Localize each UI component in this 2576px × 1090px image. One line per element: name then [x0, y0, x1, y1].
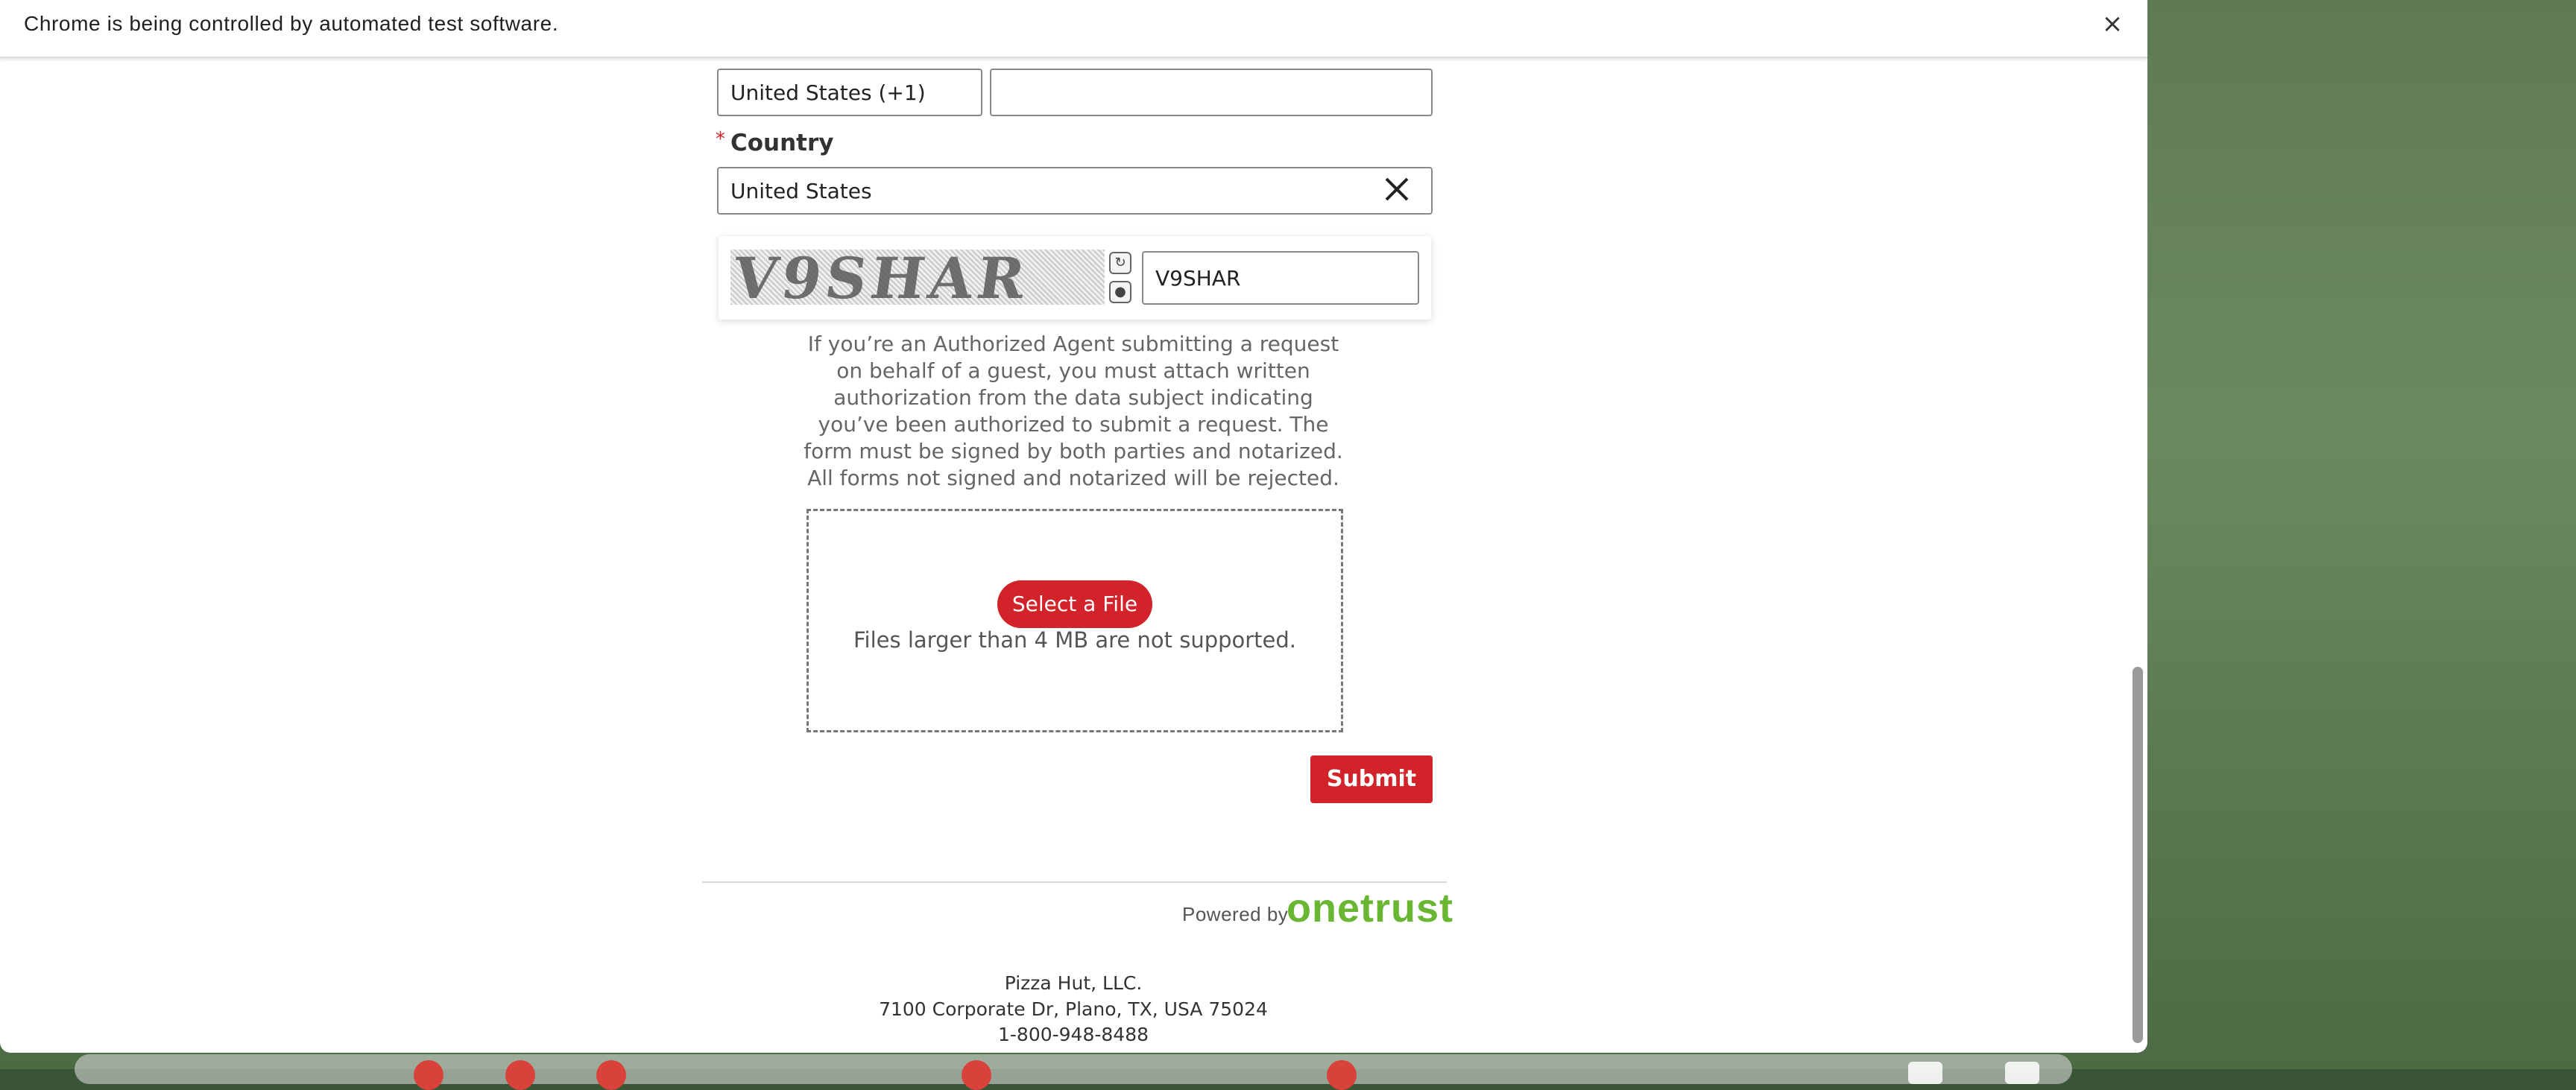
scrollbar-thumb[interactable]	[2133, 667, 2143, 1043]
dock	[75, 1054, 2072, 1084]
submit-button[interactable]: Submit	[1310, 755, 1433, 803]
dock-app-icon[interactable]	[2005, 1062, 2039, 1084]
phone-country-code-value: United States (+1)	[730, 80, 926, 105]
phone-number-input[interactable]	[990, 69, 1433, 116]
captcha-image-text: V9SHAR	[730, 250, 1034, 305]
dock-app-icon[interactable]	[414, 1060, 443, 1090]
refresh-icon[interactable]: ↻	[1109, 252, 1131, 274]
automation-infobar: Chrome is being controlled by automated …	[0, 0, 2147, 58]
footer-divider	[702, 881, 1447, 883]
close-icon[interactable]	[1377, 170, 1416, 209]
required-marker: *	[716, 128, 725, 150]
file-size-note: Files larger than 4 MB are not supported…	[853, 627, 1297, 653]
footer-address: 7100 Corporate Dr, Plano, TX, USA 75024	[879, 998, 1268, 1020]
dock-app-icon[interactable]	[596, 1060, 626, 1090]
powered-by-label: Powered by	[1182, 903, 1289, 925]
infobar-message: Chrome is being controlled by automated …	[24, 12, 559, 35]
audio-icon[interactable]: ●	[1109, 281, 1131, 303]
dock-app-icon[interactable]	[505, 1060, 535, 1090]
onetrust-logo[interactable]: onetrust	[1287, 885, 1453, 931]
select-file-button[interactable]: Select a File	[997, 580, 1152, 628]
browser-window: Chrome is being controlled by automated …	[0, 0, 2147, 1053]
close-icon[interactable]: ×	[2099, 10, 2126, 37]
dock-app-icon[interactable]	[962, 1060, 991, 1090]
dock-app-icon[interactable]	[1327, 1060, 1357, 1090]
dock-app-icon[interactable]	[1908, 1062, 1942, 1084]
footer-phone: 1-800-948-8488	[997, 1024, 1149, 1045]
country-label: Country	[730, 130, 834, 156]
country-value: United States	[730, 178, 872, 203]
captcha-answer-value: V9SHAR	[1155, 265, 1241, 291]
phone-country-code-select[interactable]: United States (+1)	[717, 69, 982, 116]
country-select[interactable]: United States	[717, 167, 1433, 215]
captcha-image: V9SHAR	[730, 250, 1105, 305]
authorized-agent-notice: If you’re an Authorized Agent submitting…	[804, 332, 1343, 490]
footer-company: Pizza Hut, LLC.	[1004, 972, 1143, 994]
captcha-answer-input[interactable]: V9SHAR	[1142, 251, 1419, 305]
